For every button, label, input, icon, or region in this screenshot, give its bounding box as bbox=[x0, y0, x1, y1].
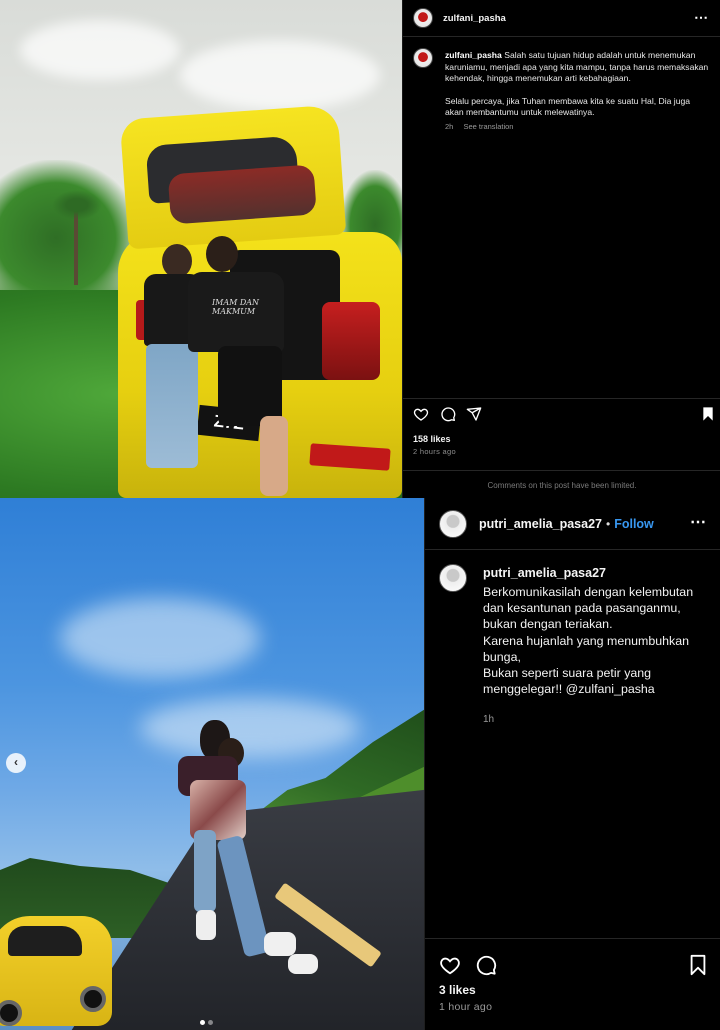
sneaker bbox=[288, 954, 318, 974]
comment-icon[interactable] bbox=[440, 406, 456, 422]
username-link[interactable]: putri_amelia_pasa27 bbox=[479, 517, 602, 531]
taillight bbox=[322, 302, 380, 380]
caption-username[interactable]: zulfani_pasha bbox=[445, 50, 502, 60]
avatar[interactable] bbox=[439, 564, 467, 592]
yellow-car bbox=[0, 916, 112, 1026]
caption-meta: 2h See translation bbox=[445, 121, 709, 133]
avatar[interactable] bbox=[413, 8, 433, 28]
likes-count[interactable]: 3 likes bbox=[439, 983, 476, 997]
follow-button[interactable]: Follow bbox=[614, 517, 654, 531]
comment-icon[interactable] bbox=[475, 954, 497, 976]
divider bbox=[403, 398, 720, 399]
caption-time: 2h bbox=[445, 121, 454, 131]
see-translation-link[interactable]: See translation bbox=[463, 122, 513, 131]
post-1: Z7Z IMAM DAN MAKMUM zulfani_pasha ⋯ zulf… bbox=[0, 0, 720, 498]
leg bbox=[260, 416, 288, 496]
carousel-prev-button[interactable]: ‹ bbox=[6, 753, 26, 773]
couple bbox=[172, 720, 332, 980]
divider bbox=[425, 938, 720, 939]
hatch-glass bbox=[167, 164, 317, 225]
post-2-photo[interactable]: ‹ bbox=[0, 498, 424, 1030]
shirt-print: IMAM DAN MAKMUM bbox=[212, 298, 260, 316]
head bbox=[206, 236, 238, 272]
post-2-actions bbox=[439, 954, 709, 976]
caption-paragraph: Selalu percaya, jika Tuhan membawa kita … bbox=[445, 95, 691, 118]
post-2-header: putri_amelia_pasa27 • Follow ⋯ bbox=[425, 498, 720, 550]
bookmark-icon[interactable] bbox=[700, 406, 716, 422]
caption-text: zulfani_pasha Salah satu tujuan hidup ad… bbox=[445, 50, 709, 133]
comments-limited-notice: Comments on this post have been limited. bbox=[487, 481, 637, 490]
post-time: 2 hours ago bbox=[413, 447, 456, 456]
carousel-dot bbox=[208, 1020, 213, 1025]
car-window bbox=[8, 926, 82, 956]
post-2: ‹ putri_amelia_pasa27 • Follow ⋯ putri_a… bbox=[0, 498, 720, 1030]
likes-count[interactable]: 158 likes bbox=[413, 434, 451, 444]
person-man: IMAM DAN MAKMUM bbox=[188, 236, 318, 496]
heart-icon[interactable] bbox=[413, 406, 429, 422]
username-link[interactable]: zulfani_pasha bbox=[443, 13, 506, 24]
caption-username[interactable]: putri_amelia_pasa27 bbox=[483, 566, 606, 580]
post-time: 1 hour ago bbox=[439, 1001, 493, 1013]
divider bbox=[403, 470, 720, 471]
jeans bbox=[194, 830, 216, 912]
carousel-dot-active bbox=[200, 1020, 205, 1025]
post-1-header: zulfani_pasha ⋯ bbox=[403, 0, 720, 37]
separator: • bbox=[606, 516, 611, 531]
caption-line: Berkomunikasilah dengan kelembutan dan k… bbox=[483, 585, 694, 632]
sneaker bbox=[264, 932, 296, 956]
wheel bbox=[0, 1000, 22, 1026]
caption-time: 1h bbox=[483, 714, 495, 725]
cloud bbox=[180, 40, 380, 110]
carousel-dots bbox=[200, 1012, 224, 1025]
avatar[interactable] bbox=[439, 509, 467, 538]
more-options-icon[interactable]: ⋯ bbox=[694, 9, 709, 26]
shorts bbox=[218, 346, 282, 426]
jeans bbox=[216, 834, 271, 958]
post-1-photo[interactable]: Z7Z IMAM DAN MAKMUM bbox=[0, 0, 402, 498]
caption-text: Berkomunikasilah dengan kelembutan dan k… bbox=[483, 584, 713, 697]
wheel bbox=[80, 986, 106, 1012]
caption-line: Karena hujanlah yang menumbuhkan bunga, bbox=[483, 633, 689, 664]
post-1-actions bbox=[413, 406, 713, 424]
car-hatch bbox=[119, 104, 347, 250]
sneaker bbox=[196, 910, 216, 940]
share-icon[interactable] bbox=[466, 406, 482, 422]
post-1-panel: zulfani_pasha ⋯ zulfani_pasha Salah satu… bbox=[402, 0, 720, 498]
palm-leaves bbox=[52, 190, 102, 220]
avatar[interactable] bbox=[413, 48, 433, 68]
heart-icon[interactable] bbox=[439, 954, 461, 976]
cloud bbox=[20, 20, 180, 80]
cloud bbox=[60, 598, 260, 678]
caption-line: Bukan seperti suara petir yang menggeleg… bbox=[483, 666, 655, 697]
more-options-icon[interactable]: ⋯ bbox=[690, 512, 707, 532]
post-2-panel: putri_amelia_pasa27 • Follow ⋯ putri_ame… bbox=[424, 498, 720, 1030]
bookmark-icon[interactable] bbox=[687, 954, 709, 976]
